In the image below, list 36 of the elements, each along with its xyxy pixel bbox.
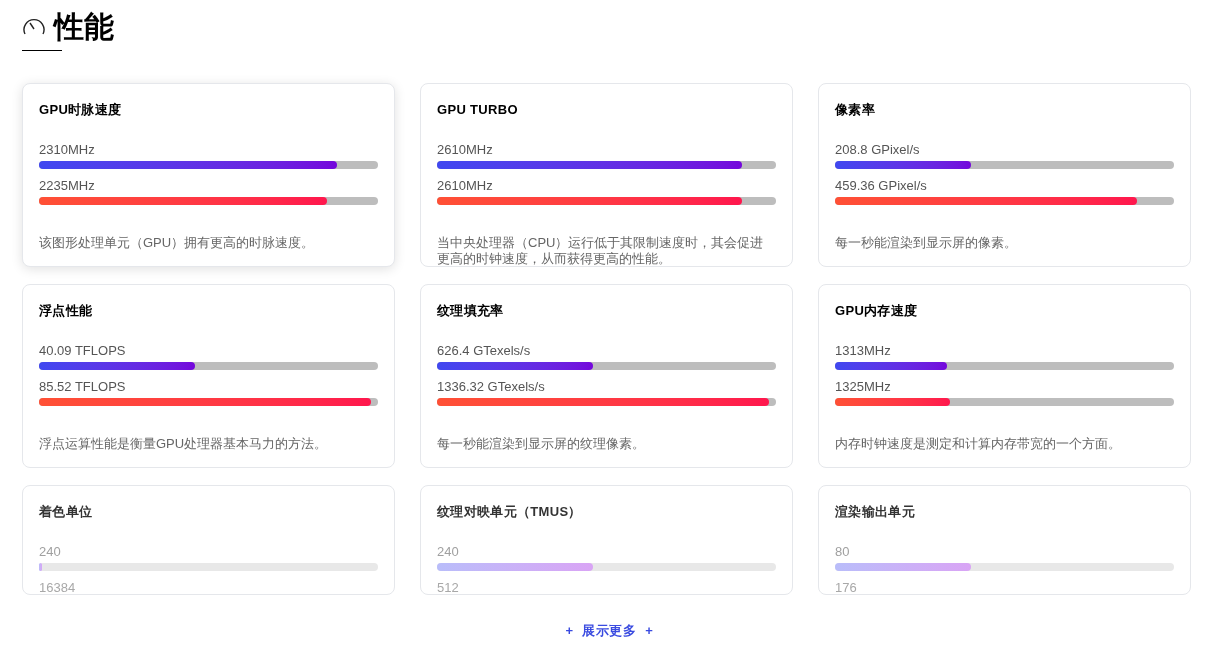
card-description: 浮点运算性能是衡量GPU处理器基本马力的方法。 [39, 435, 329, 452]
reading-value: 1336.32 GTexels/s [437, 378, 546, 395]
reading-value: 626.4 GTexels/s [437, 342, 532, 359]
reading-value: 512 [437, 579, 460, 594]
reading-value: 240 [437, 543, 460, 560]
reading-value: 459.36 GPixel/s [835, 177, 928, 194]
reading-value: 2310MHz [39, 141, 96, 158]
card-title: 纹理对映单元（TMUS） [437, 503, 583, 521]
page-title: 性能 [54, 9, 114, 45]
reading-value: 176 [835, 579, 858, 594]
card-description: 每一秒能渲染到显示屏的纹理像素。 [437, 435, 646, 452]
card-description: 当中央处理器（CPU）运行低于其限制速度时，其会促进更高的时钟速度，从而获得更高的性能。 [437, 234, 765, 266]
card-description: 内存时钟速度是测定和计算内存带宽的一个方面。 [835, 435, 1122, 452]
card-title: GPU内存速度 [835, 302, 919, 320]
card-title: 像素率 [835, 101, 876, 119]
reading-value: 80 [835, 543, 851, 560]
speedometer-icon [22, 18, 46, 36]
card-title: GPU时脉速度 [39, 101, 123, 119]
reading-value: 1325MHz [835, 378, 892, 395]
reading-value: 85.52 TFLOPS [39, 378, 127, 395]
reading-value: 208.8 GPixel/s [835, 141, 921, 158]
reading-value: 2610MHz [437, 177, 494, 194]
show-more-button[interactable]: + 展示更多 + [565, 621, 654, 641]
card-title: 着色单位 [39, 503, 94, 521]
reading-value: 2235MHz [39, 177, 96, 194]
card-title: GPU TURBO [437, 101, 519, 119]
card-title: 渲染输出单元 [835, 503, 916, 521]
reading-value: 40.09 TFLOPS [39, 342, 127, 359]
reading-value: 2610MHz [437, 141, 494, 158]
card-description: 该图形处理单元（GPU）拥有更高的时脉速度。 [39, 234, 316, 251]
reading-value: 240 [39, 543, 62, 560]
card-description: 每一秒能渲染到显示屏的像素。 [835, 234, 1018, 251]
reading-value: 1313MHz [835, 342, 892, 359]
card-title: 纹理填充率 [437, 302, 505, 320]
card-title: 浮点性能 [39, 302, 94, 320]
reading-value: 16384 [39, 579, 77, 594]
